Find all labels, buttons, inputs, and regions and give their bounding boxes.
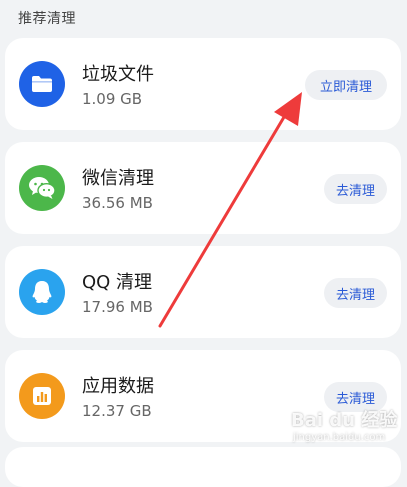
wechat-icon bbox=[19, 165, 65, 211]
list-item-wechat-clean[interactable]: 微信清理 36.56 MB 去清理 bbox=[5, 142, 401, 234]
item-name: QQ 清理 bbox=[82, 272, 153, 293]
item-size: 36.56 MB bbox=[82, 194, 153, 212]
item-name: 垃圾文件 bbox=[82, 64, 154, 85]
item-size: 1.09 GB bbox=[82, 90, 143, 108]
item-name: 应用数据 bbox=[82, 376, 154, 397]
watermark-sub: jingyan.baidu.com bbox=[293, 432, 386, 443]
clean-now-button[interactable]: 立即清理 bbox=[305, 70, 387, 100]
folder-icon bbox=[19, 61, 65, 107]
go-clean-button[interactable]: 去清理 bbox=[323, 174, 387, 204]
item-size: 12.37 GB bbox=[82, 402, 152, 420]
chart-icon bbox=[19, 373, 65, 419]
go-clean-button[interactable]: 去清理 bbox=[323, 278, 387, 308]
item-name: 微信清理 bbox=[82, 168, 154, 189]
baidu-watermark: Bai du 经验 jingyan.baidu.com bbox=[291, 406, 397, 450]
list-item-partial bbox=[5, 447, 401, 487]
item-size: 17.96 MB bbox=[82, 298, 153, 316]
list-item-qq-clean[interactable]: QQ 清理 17.96 MB 去清理 bbox=[5, 246, 401, 338]
qq-penguin-icon bbox=[19, 269, 65, 315]
watermark-main: Bai du 经验 bbox=[291, 410, 398, 431]
section-title: 推荐清理 bbox=[18, 11, 76, 27]
list-item-junk-files[interactable]: 垃圾文件 1.09 GB 立即清理 bbox=[5, 38, 401, 130]
